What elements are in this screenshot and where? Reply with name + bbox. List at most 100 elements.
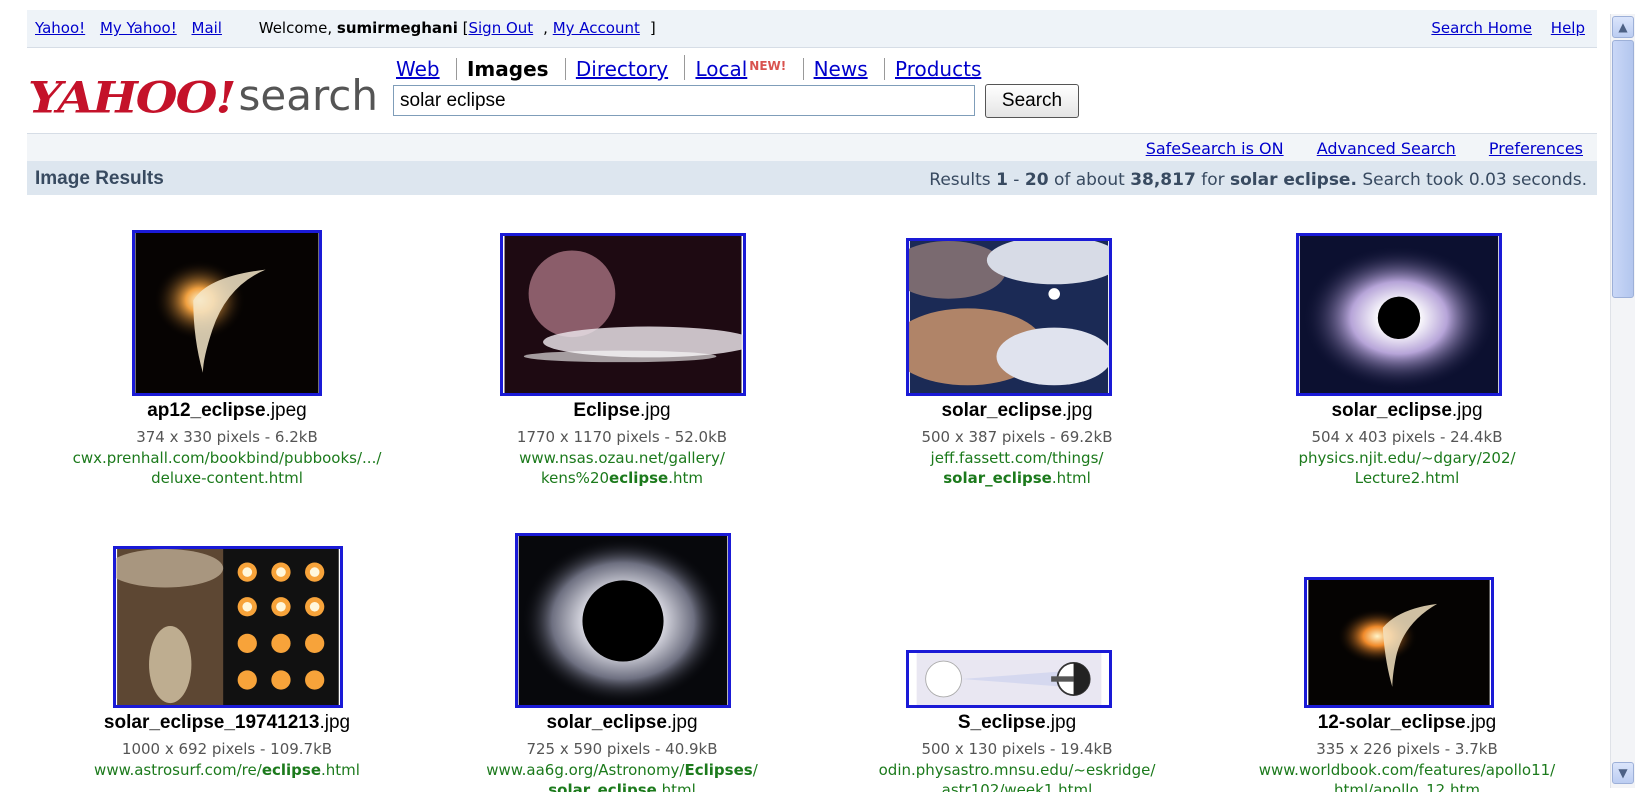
result-item: solar_eclipse.jpg 500 x 387 pixels - 69.… xyxy=(822,200,1212,490)
filename-base: Eclipse xyxy=(573,400,640,421)
result-meta: 335 x 226 pixels - 3.7kB xyxy=(1316,740,1498,758)
result-thumbnail[interactable] xyxy=(515,533,731,708)
url-line1-post: / xyxy=(752,761,758,779)
my-yahoo-link[interactable]: My Yahoo! xyxy=(100,19,177,37)
filename-base: solar_eclipse_19741213 xyxy=(103,712,320,733)
url-line2: deluxe-content.html xyxy=(151,469,303,487)
result-url[interactable]: www.astrosurf.com/re/eclipse.html xyxy=(32,760,422,780)
results-query: solar eclipse. xyxy=(1229,170,1357,190)
result-url[interactable]: www.worldbook.com/features/apollo11/html… xyxy=(1212,760,1602,792)
results-count: Results 1 - 20 of about 38,817 for solar… xyxy=(929,170,1587,190)
help-link[interactable]: Help xyxy=(1551,19,1585,37)
tab-images: Images xyxy=(466,57,549,81)
url-line1: www.worldbook.com/features/apollo11/ xyxy=(1258,761,1556,779)
search-input[interactable] xyxy=(393,85,975,116)
result-thumbnail[interactable] xyxy=(906,238,1112,396)
result-meta: 374 x 330 pixels - 6.2kB xyxy=(136,428,318,446)
logo-word: search xyxy=(238,71,378,120)
result-thumbnail[interactable] xyxy=(1296,233,1502,396)
filename-base: S_eclipse xyxy=(957,712,1046,733)
url-line2: html/apollo_12.htm xyxy=(1334,781,1480,792)
result-thumbnail[interactable] xyxy=(906,650,1112,708)
result-item: 12-solar_eclipse.jpg 335 x 226 pixels - … xyxy=(1212,490,1602,792)
result-url[interactable]: jeff.fassett.com/things/solar_eclipse.ht… xyxy=(822,448,1212,488)
url-line1-bold: eclipse xyxy=(261,761,321,779)
results-of-about: of about xyxy=(1053,170,1125,190)
result-thumbnail[interactable] xyxy=(113,546,343,708)
results-label: Results xyxy=(929,170,991,190)
result-meta: 725 x 590 pixels - 40.9kB xyxy=(526,740,718,758)
result-filename[interactable]: solar_eclipse.jpg xyxy=(422,712,822,734)
result-thumbnail[interactable] xyxy=(132,230,322,396)
welcome-prefix: Welcome, xyxy=(258,19,333,37)
filename-base: solar_eclipse xyxy=(546,712,667,733)
filename-ext: .jpg xyxy=(666,712,698,733)
filename-base: solar_eclipse xyxy=(941,400,1062,421)
search-button[interactable]: Search xyxy=(985,84,1079,118)
result-meta: 504 x 403 pixels - 24.4kB xyxy=(1311,428,1503,446)
results-for: for xyxy=(1201,170,1225,190)
result-meta: 500 x 387 pixels - 69.2kB xyxy=(921,428,1113,446)
url-line1: odin.physastro.mnsu.edu/~eskridge/ xyxy=(878,761,1156,779)
preferences-link[interactable]: Preferences xyxy=(1489,139,1583,158)
tab-news[interactable]: News xyxy=(814,57,868,81)
yahoo-search-logo[interactable]: YAHOO!search xyxy=(28,70,378,130)
filename-ext: .jpg xyxy=(1045,712,1077,733)
result-filename[interactable]: S_eclipse.jpg xyxy=(822,712,1212,734)
tab-web[interactable]: Web xyxy=(396,57,440,81)
url-line1: www.nsas.ozau.net/gallery/ xyxy=(519,449,725,467)
url-line2: astr102/week1.html xyxy=(941,781,1093,792)
result-url[interactable]: cwx.prenhall.com/bookbind/pubbooks/.../ d… xyxy=(32,448,422,488)
filename-base: 12-solar_eclipse xyxy=(1317,712,1466,733)
result-url[interactable]: odin.physastro.mnsu.edu/~eskridge/astr10… xyxy=(822,760,1212,792)
url-line2-pre: kens%20 xyxy=(540,469,610,487)
welcome-text: Welcome, sumirmeghani [Sign Out, My Acco… xyxy=(258,19,656,37)
my-account-link[interactable]: My Account xyxy=(553,19,640,37)
result-filename[interactable]: solar_eclipse_19741213.jpg xyxy=(32,712,422,734)
sign-out-link[interactable]: Sign Out xyxy=(468,19,533,37)
filename-base: solar_eclipse xyxy=(1331,400,1452,421)
result-item: solar_eclipse.jpg 725 x 590 pixels - 40.… xyxy=(422,490,822,792)
page: Yahoo! My Yahoo! Mail Welcome, sumirmegh… xyxy=(0,0,1610,792)
result-item: solar_eclipse_19741213.jpg 1000 x 692 pi… xyxy=(32,490,422,792)
url-line2: Lecture2.html xyxy=(1354,469,1460,487)
result-thumbnail[interactable] xyxy=(500,233,746,396)
result-item: Eclipse.jpg 1770 x 1170 pixels - 52.0kB … xyxy=(422,200,822,490)
logo-brand: YAHOO! xyxy=(28,72,236,124)
result-item: S_eclipse.jpg 500 x 130 pixels - 19.4kB … xyxy=(822,490,1212,792)
result-url[interactable]: www.aa6g.org/Astronomy/Eclipses/ solar_ec… xyxy=(422,760,822,792)
new-badge: NEW! xyxy=(749,59,787,73)
result-filename[interactable]: ap12_eclipse.jpeg xyxy=(32,400,422,422)
scrollbar-thumb[interactable] xyxy=(1612,40,1634,298)
filename-base: ap12_eclipse xyxy=(147,400,266,421)
tab-directory[interactable]: Directory xyxy=(576,57,668,81)
scroll-up-arrow-icon[interactable]: ▲ xyxy=(1612,16,1634,38)
result-filename[interactable]: Eclipse.jpg xyxy=(422,400,822,422)
result-filename[interactable]: 12-solar_eclipse.jpg xyxy=(1212,712,1602,734)
advanced-search-link[interactable]: Advanced Search xyxy=(1317,139,1456,158)
search-home-link[interactable]: Search Home xyxy=(1431,19,1532,37)
result-thumbnail[interactable] xyxy=(1304,577,1494,708)
url-line1: jeff.fassett.com/things/ xyxy=(930,449,1104,467)
results-start: 1 xyxy=(996,170,1008,190)
url-line1: cwx.prenhall.com/bookbind/pubbooks/.../ xyxy=(72,449,382,467)
mail-link[interactable]: Mail xyxy=(192,19,222,37)
yahoo-link[interactable]: Yahoo! xyxy=(35,19,85,37)
scroll-down-arrow-icon[interactable]: ▼ xyxy=(1612,762,1634,784)
result-url[interactable]: physics.njit.edu/~dgary/202/Lecture2.htm… xyxy=(1212,448,1602,488)
result-url[interactable]: www.nsas.ozau.net/gallery/kens%20eclipse… xyxy=(422,448,822,488)
safesearch-link[interactable]: SafeSearch is ON xyxy=(1146,139,1284,158)
result-filename[interactable]: solar_eclipse.jpg xyxy=(822,400,1212,422)
tab-local[interactable]: Local xyxy=(695,57,747,81)
url-line1-pre: www.astrosurf.com/re/ xyxy=(94,761,262,779)
tab-products[interactable]: Products xyxy=(895,57,981,81)
filename-ext: .jpg xyxy=(1451,400,1483,421)
url-line2-post: .html xyxy=(1051,469,1091,487)
url-line2-post: .html xyxy=(656,781,696,792)
result-filename[interactable]: solar_eclipse.jpg xyxy=(1212,400,1602,422)
search-tabs: Web Images Directory Local NEW! News Prod… xyxy=(396,55,991,81)
vertical-scrollbar[interactable]: ▲ ▼ xyxy=(1610,14,1635,788)
results-title: Image Results xyxy=(35,168,164,189)
results-total: 38,817 xyxy=(1130,170,1196,190)
result-meta: 500 x 130 pixels - 19.4kB xyxy=(921,740,1113,758)
